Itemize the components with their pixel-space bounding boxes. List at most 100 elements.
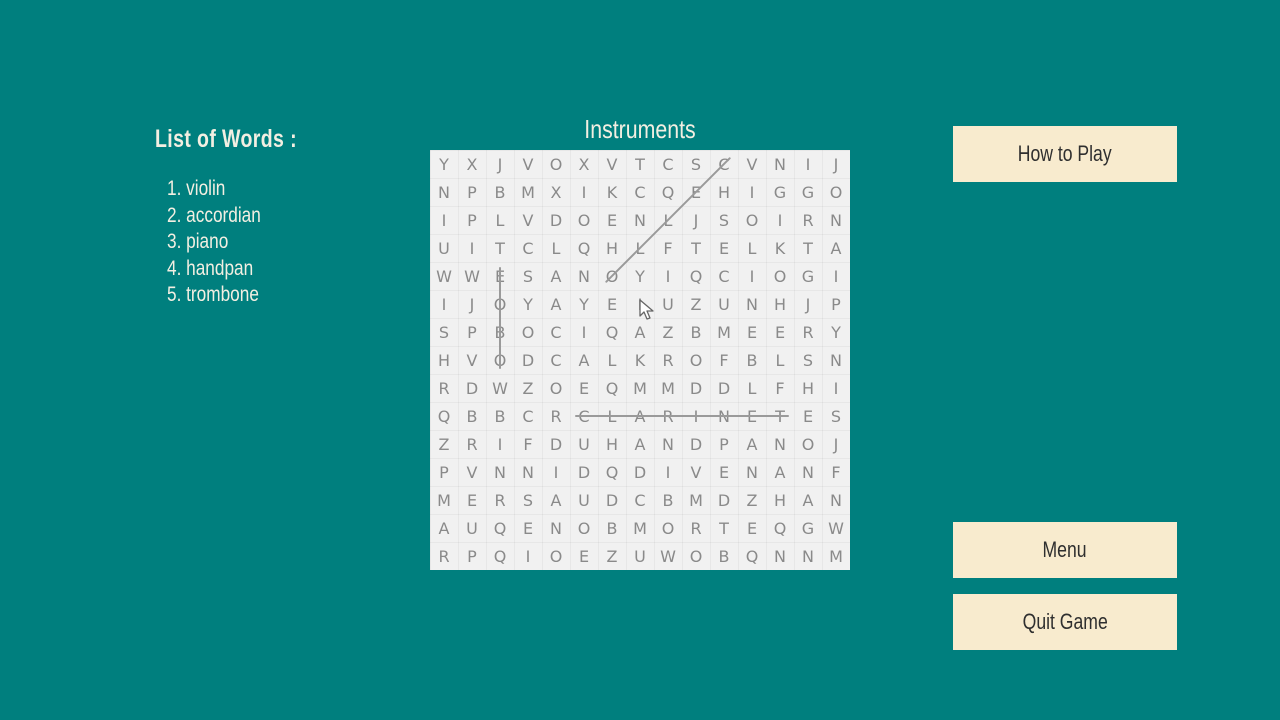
grid-cell[interactable]: S [430,318,458,346]
grid-cell[interactable]: G [794,514,822,542]
grid-cell[interactable]: N [710,402,738,430]
grid-cell[interactable]: G [794,262,822,290]
grid-cell[interactable]: S [514,486,542,514]
grid-cell[interactable]: F [766,374,794,402]
grid-cell[interactable]: R [794,206,822,234]
grid-cell[interactable]: B [458,402,486,430]
grid-cell[interactable]: T [682,234,710,262]
grid-cell[interactable]: V [738,150,766,178]
grid-cell[interactable]: U [626,542,654,570]
grid-cell[interactable]: N [626,206,654,234]
grid-cell[interactable]: R [794,318,822,346]
grid-cell[interactable]: E [486,262,514,290]
grid-cell[interactable]: C [542,318,570,346]
grid-cell[interactable]: Z [514,374,542,402]
grid-cell[interactable]: H [766,486,794,514]
grid-cell[interactable]: T [486,234,514,262]
grid-cell[interactable]: D [514,346,542,374]
grid-cell[interactable]: I [738,262,766,290]
grid-cell[interactable]: D [710,374,738,402]
grid-cell[interactable]: A [766,458,794,486]
grid-cell[interactable]: Q [430,402,458,430]
grid-cell[interactable]: H [598,234,626,262]
grid-cell[interactable]: U [570,486,598,514]
grid-cell[interactable]: N [570,262,598,290]
grid-cell[interactable]: R [458,430,486,458]
grid-cell[interactable]: E [738,514,766,542]
grid-cell[interactable]: W [430,262,458,290]
grid-cell[interactable]: C [710,150,738,178]
grid-cell[interactable]: M [626,374,654,402]
grid-cell[interactable]: Z [598,542,626,570]
grid-cell[interactable]: O [486,290,514,318]
grid-cell[interactable]: J [822,150,850,178]
grid-cell[interactable]: M [822,542,850,570]
grid-cell[interactable]: O [598,262,626,290]
grid-cell[interactable]: D [626,458,654,486]
grid-cell[interactable]: E [710,458,738,486]
grid-cell[interactable]: I [430,290,458,318]
grid-cell[interactable]: I [542,458,570,486]
grid-cell[interactable]: L [486,206,514,234]
grid-cell[interactable]: S [710,206,738,234]
grid-cell[interactable]: J [822,430,850,458]
grid-cell[interactable]: H [710,178,738,206]
grid-cell[interactable]: D [682,430,710,458]
grid-cell[interactable]: C [514,402,542,430]
grid-cell[interactable]: N [486,458,514,486]
grid-cell[interactable]: C [570,402,598,430]
grid-cell[interactable]: Q [486,514,514,542]
grid-cell[interactable]: T [710,514,738,542]
grid-cell[interactable]: I [458,234,486,262]
grid-cell[interactable]: I [486,430,514,458]
grid-cell[interactable]: L [542,234,570,262]
grid-cell[interactable]: O [514,318,542,346]
grid-cell[interactable]: R [430,542,458,570]
grid-cell[interactable]: W [458,262,486,290]
grid-cell[interactable]: N [738,290,766,318]
grid-cell[interactable]: E [570,542,598,570]
grid-cell[interactable]: Q [598,374,626,402]
grid-cell[interactable]: Q [598,318,626,346]
grid-cell[interactable]: U [458,514,486,542]
grid-cell[interactable]: N [766,542,794,570]
letter-grid[interactable]: YXJVOXVTCSCVNIJNPBMXIKCQEHIGGOIPLVDOENLJ… [430,150,850,570]
grid-cell[interactable]: N [822,486,850,514]
grid-cell[interactable]: M [430,486,458,514]
grid-cell[interactable]: H [766,290,794,318]
grid-cell[interactable]: S [514,262,542,290]
grid-cell[interactable]: W [822,514,850,542]
grid-cell[interactable]: J [486,150,514,178]
grid-cell[interactable]: B [710,542,738,570]
grid-cell[interactable]: D [570,458,598,486]
grid-cell[interactable]: B [654,486,682,514]
grid-cell[interactable]: K [598,178,626,206]
grid-cell[interactable]: A [626,402,654,430]
grid-cell[interactable]: B [486,318,514,346]
grid-cell[interactable]: R [542,402,570,430]
grid-cell[interactable]: M [514,178,542,206]
grid-cell[interactable]: C [626,178,654,206]
grid-cell[interactable]: X [570,150,598,178]
grid-cell[interactable]: P [458,206,486,234]
grid-cell[interactable]: L [598,402,626,430]
grid-cell[interactable]: L [626,234,654,262]
grid-cell[interactable]: N [738,458,766,486]
grid-cell[interactable]: O [542,374,570,402]
grid-cell[interactable]: Y [514,290,542,318]
grid-cell[interactable]: S [822,402,850,430]
grid-cell[interactable]: Q [738,542,766,570]
grid-cell[interactable]: M [654,374,682,402]
grid-cell[interactable]: Q [598,458,626,486]
grid-cell[interactable]: R [654,402,682,430]
grid-cell[interactable]: C [514,234,542,262]
grid-cell[interactable]: H [430,346,458,374]
grid-cell[interactable]: A [626,318,654,346]
grid-cell[interactable]: F [710,346,738,374]
grid-cell[interactable]: T [794,234,822,262]
grid-cell[interactable]: E [766,318,794,346]
grid-cell[interactable]: R [654,346,682,374]
grid-cell[interactable]: I [514,542,542,570]
grid-cell[interactable]: N [822,346,850,374]
grid-cell[interactable]: Z [430,430,458,458]
